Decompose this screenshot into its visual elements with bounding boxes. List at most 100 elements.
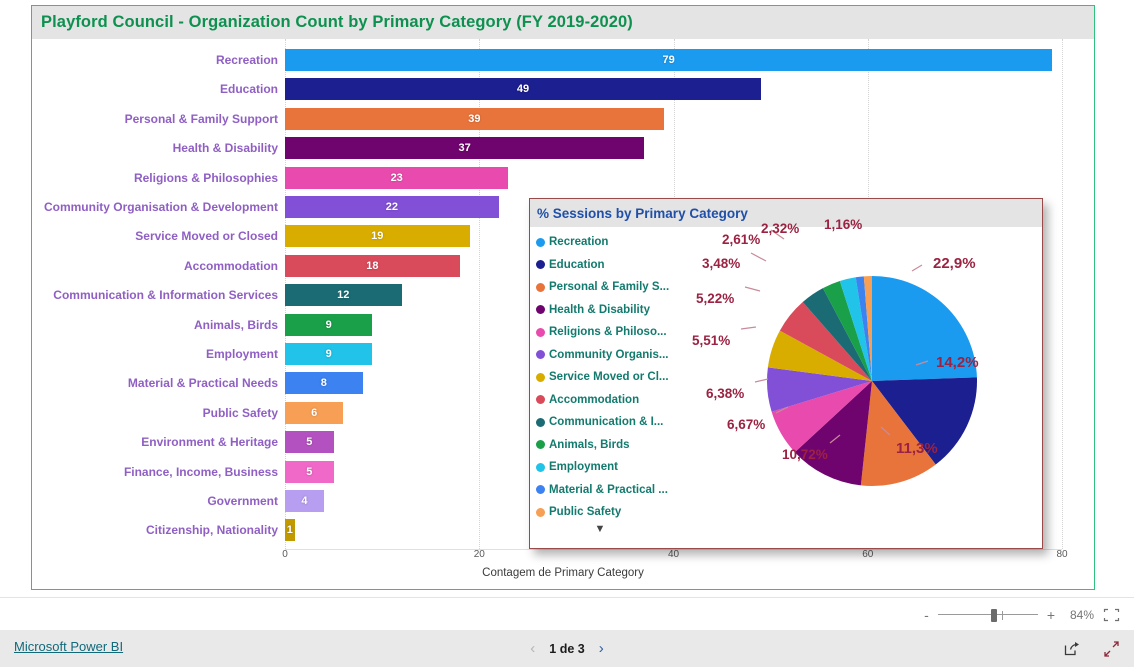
bar-fill[interactable]: 6 (285, 401, 344, 424)
legend-item[interactable]: Public Safety (536, 501, 701, 524)
bar-fill[interactable]: 8 (285, 372, 363, 395)
pie-data-label: 3,48% (702, 256, 741, 271)
share-icon[interactable] (1064, 641, 1081, 657)
bar-row[interactable]: Recreation 79 (32, 45, 1072, 75)
bar-fill[interactable]: 18 (285, 254, 460, 277)
report-canvas: Playford Council - Organization Count by… (0, 0, 1134, 597)
bar-fill[interactable]: 5 (285, 460, 334, 483)
pie-data-label: 1,16% (824, 217, 863, 232)
zoom-level-label: 84% (1069, 607, 1094, 622)
legend-item[interactable]: Education (536, 254, 701, 277)
bar-track: 18 (285, 254, 460, 277)
pie-leader-line (911, 264, 923, 272)
bar-row[interactable]: Health & Disability 37 (32, 133, 1072, 163)
legend-item[interactable]: Personal & Family S... (536, 276, 701, 299)
previous-page-icon[interactable]: ‹ (530, 641, 535, 656)
bar-track: 4 (285, 490, 324, 512)
bar-fill[interactable]: 22 (285, 196, 499, 218)
fit-to-page-icon[interactable] (1103, 608, 1120, 622)
legend-item[interactable]: Material & Practical ... (536, 479, 701, 502)
bar-category-label: Animals, Birds (193, 317, 278, 332)
x-axis-tick-label: 40 (667, 548, 680, 560)
zoom-slider-midpoint-mark (1001, 610, 1003, 620)
legend-color-dot (536, 440, 545, 450)
fullscreen-icon[interactable] (1103, 640, 1120, 657)
bar-value-label: 6 (311, 406, 318, 419)
footer-actions (1064, 630, 1120, 667)
bar-category-label: Government (207, 494, 278, 508)
bar-fill[interactable]: 79 (285, 49, 1053, 71)
bar-fill[interactable]: 1 (285, 519, 295, 542)
bar-value-label: 23 (390, 171, 403, 184)
bar-category-label: Education (219, 82, 278, 97)
zoom-slider-thumb[interactable] (990, 608, 997, 622)
bar-track: 19 (285, 225, 470, 248)
bar-category-label: Accommodation (183, 258, 278, 273)
bar-value-label: 9 (325, 318, 332, 331)
legend-item[interactable]: Accommodation (536, 389, 701, 412)
legend-item[interactable]: Animals, Birds (536, 434, 701, 457)
zoom-slider[interactable] (937, 608, 1038, 622)
legend-label: Public Safety (549, 506, 622, 519)
bar-track: 23 (285, 166, 509, 189)
legend-item[interactable]: Communication & I... (536, 411, 701, 434)
bar-value-label: 9 (325, 348, 332, 360)
bar-category-label: Community Organisation & Development (43, 200, 278, 214)
bar-fill[interactable]: 4 (285, 490, 324, 512)
bar-value-label: 19 (371, 230, 384, 243)
zoom-in-button[interactable]: + (1047, 608, 1055, 622)
bar-fill[interactable]: 49 (285, 78, 761, 101)
bar-fill[interactable]: 19 (285, 225, 470, 248)
legend-color-dot (536, 507, 545, 517)
pie-data-label: 2,61% (722, 232, 761, 247)
bar-category-label: Religions & Philosophies (133, 170, 278, 185)
next-page-icon[interactable]: › (599, 641, 604, 656)
bar-track: 79 (285, 49, 1053, 71)
zoom-slider-track (937, 613, 1038, 615)
bar-fill[interactable]: 12 (285, 284, 402, 307)
chevron-down-icon[interactable]: ▼ (592, 524, 608, 535)
bar-value-label: 18 (366, 259, 379, 272)
bar-category-label: Public Safety (202, 405, 278, 420)
bar-row[interactable]: Education 49 (32, 74, 1072, 104)
bar-fill[interactable]: 9 (285, 313, 373, 336)
zoom-out-button[interactable]: - (924, 608, 929, 622)
bar-category-label: Employment (205, 347, 278, 361)
legend-item[interactable]: Recreation (536, 231, 701, 254)
legend-label: Material & Practical ... (549, 483, 668, 496)
legend-item[interactable]: Service Moved or Cl... (536, 366, 701, 389)
legend-item[interactable]: Health & Disability (536, 299, 701, 322)
bar-fill[interactable]: 9 (285, 343, 373, 365)
legend-color-dot (536, 350, 545, 360)
bar-track: 39 (285, 107, 664, 130)
bar-category-label: Environment & Heritage (141, 435, 278, 450)
zoom-controls: - + 84% (924, 598, 1120, 631)
pie-leader-line (744, 286, 761, 292)
legend-label: Health & Disability (549, 303, 650, 316)
bar-category-label: Service Moved or Closed (135, 229, 278, 244)
pie-data-label: 5,51% (692, 333, 731, 348)
pie-data-label: 6,67% (727, 417, 766, 432)
legend-label: Personal & Family S... (549, 281, 670, 294)
legend-label: Religions & Philoso... (549, 326, 667, 339)
bar-row[interactable]: Personal & Family Support 39 (32, 104, 1072, 134)
bar-track: 37 (285, 137, 645, 160)
bar-fill[interactable]: 5 (285, 431, 334, 454)
bar-fill[interactable]: 23 (285, 166, 509, 189)
pie-leader-line (740, 326, 757, 330)
legend-item[interactable]: Religions & Philoso... (536, 321, 701, 344)
pie-chart-title: % Sessions by Primary Category (537, 205, 748, 221)
bar-chart-title: Playford Council - Organization Count by… (41, 13, 633, 31)
legend-item[interactable]: Employment (536, 456, 701, 479)
bar-row[interactable]: Religions & Philosophies 23 (32, 163, 1072, 193)
bar-value-label: 22 (385, 201, 398, 213)
bar-value-label: 12 (337, 289, 350, 302)
legend-color-dot (536, 305, 545, 315)
bar-fill[interactable]: 39 (285, 107, 664, 130)
legend-label: Service Moved or Cl... (549, 371, 669, 384)
bar-value-label: 1 (286, 524, 293, 537)
bar-value-label: 49 (516, 83, 530, 96)
legend-item[interactable]: Community Organis... (536, 344, 701, 367)
pie-chart-visual[interactable]: % Sessions by Primary Category Recreatio… (529, 198, 1043, 549)
bar-fill[interactable]: 37 (285, 137, 645, 160)
